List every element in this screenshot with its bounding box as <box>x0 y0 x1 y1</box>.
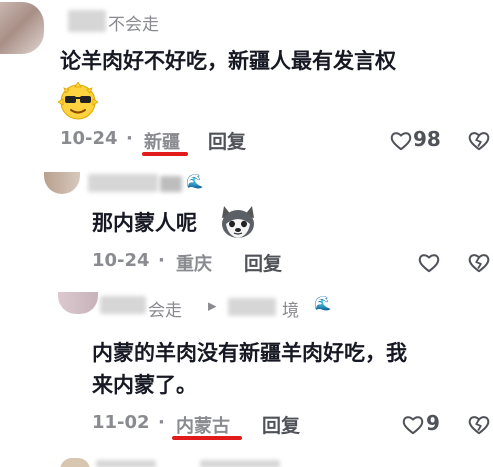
wave-icon: 🌊 <box>186 174 204 190</box>
heart-icon[interactable] <box>390 131 412 151</box>
username-blurred[interactable] <box>160 176 182 192</box>
username-blurred[interactable] <box>68 10 106 32</box>
meta-separator: · <box>126 128 133 149</box>
comment-text: 那内蒙人呢 <box>92 211 197 235</box>
like-count: 98 <box>413 127 441 151</box>
location-underline-mark <box>172 436 242 440</box>
reply-button[interactable]: 回复 <box>208 127 246 154</box>
meta-separator: · <box>158 412 165 433</box>
reply-target-blurred[interactable] <box>228 298 276 316</box>
reply-button[interactable]: 回复 <box>262 411 300 438</box>
comment-date: 10-24 <box>60 128 118 149</box>
reply-target-name[interactable]: 境 <box>282 296 299 321</box>
comment-text: 论羊肉好不好吃，新疆人最有发言权 <box>60 49 396 73</box>
comment-location: 内蒙古 <box>176 416 230 437</box>
reply-arrow-icon: ▸ <box>208 296 217 316</box>
avatar[interactable] <box>58 292 98 314</box>
username-blurred[interactable] <box>88 174 158 192</box>
comment-text-line: 来内蒙了。 <box>92 373 197 397</box>
comment-text-line: 内蒙的羊肉没有新疆羊肉好吃，我 <box>92 341 407 365</box>
meta-separator: · <box>158 250 165 271</box>
avatar[interactable] <box>44 172 80 194</box>
like-count: 9 <box>426 411 440 435</box>
husky-dog-emoji-icon <box>222 206 254 238</box>
username[interactable]: 会走 <box>148 296 182 321</box>
comment-date: 10-24 <box>92 250 150 271</box>
dislike-heart-icon[interactable] <box>468 252 490 274</box>
username[interactable]: 不会走 <box>108 10 159 35</box>
comment-location: 重庆 <box>176 254 212 275</box>
location-underline-mark <box>142 152 188 156</box>
reply-button[interactable]: 回复 <box>244 249 282 276</box>
username-blurred[interactable] <box>200 460 280 467</box>
dislike-heart-icon[interactable] <box>468 414 490 436</box>
avatar[interactable] <box>60 458 90 467</box>
wave-icon: 🌊 <box>314 296 332 312</box>
sunglasses-emoji-icon <box>58 82 98 120</box>
heart-icon[interactable] <box>418 253 440 273</box>
username-blurred[interactable] <box>96 460 156 467</box>
heart-icon[interactable] <box>402 415 424 435</box>
comment-location: 新疆 <box>144 132 180 153</box>
avatar[interactable] <box>0 2 44 54</box>
dislike-heart-icon[interactable] <box>468 130 490 152</box>
username-blurred[interactable] <box>100 296 146 314</box>
comment-date: 11-02 <box>92 412 150 433</box>
